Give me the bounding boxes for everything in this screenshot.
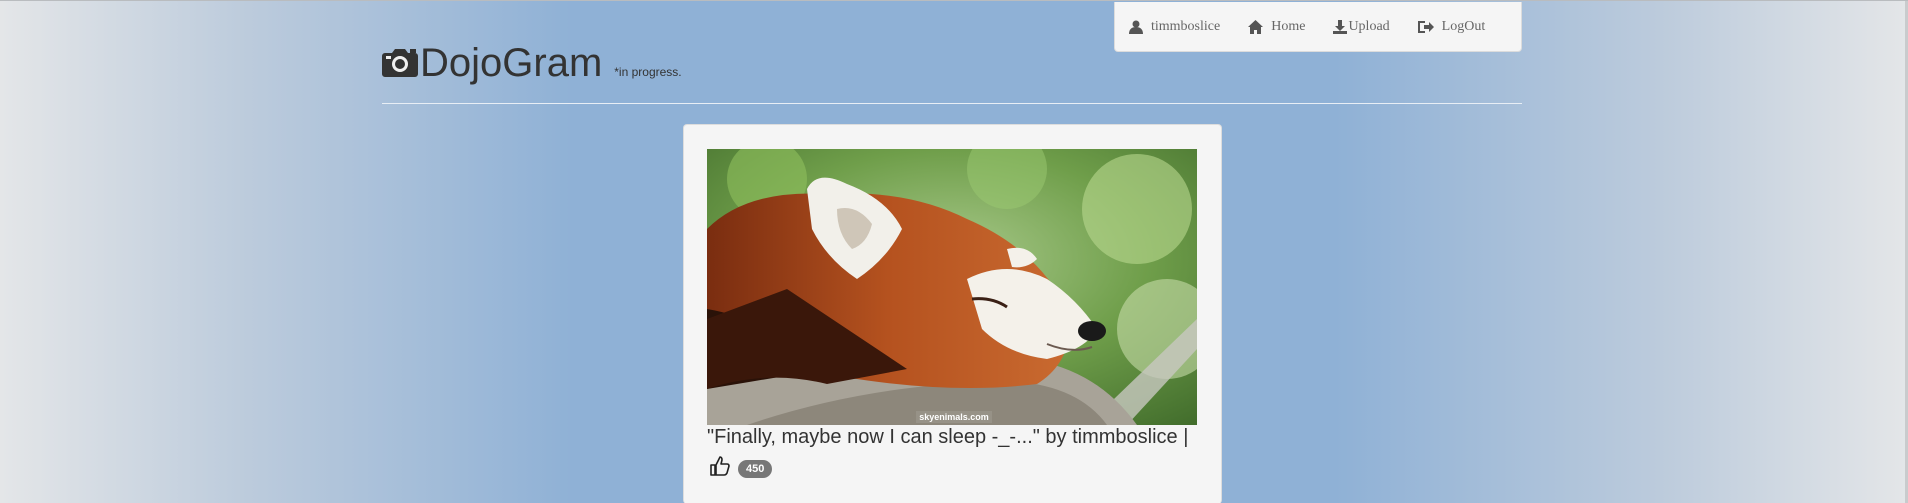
nav-home-label: Home [1271,18,1306,34]
thumbs-up-icon[interactable] [710,455,730,476]
post-caption: "Finally, maybe now I can sleep -_-..." … [707,426,1189,448]
post-card: skyenimals.com "Finally, maybe now I can… [683,124,1222,503]
nav-logout[interactable]: LogOut [1417,18,1486,35]
nav-upload-label: Upload [1348,18,1390,34]
app-tagline: *in progress. [614,65,682,79]
like-count-badge: 450 [738,460,773,478]
brand-header: DojoGram *in progress. [382,43,682,83]
download-icon [1333,19,1348,34]
top-navbar: timmboslice Home Upload LogOut [1114,2,1522,52]
red-panda-image: skyenimals.com [707,149,1197,425]
like-row: 450 [710,453,773,478]
home-icon [1248,19,1264,34]
nav-user[interactable]: timmboslice [1129,19,1220,35]
nav-logout-label: LogOut [1441,18,1486,34]
nav-user-label: timmboslice [1151,18,1221,34]
nav-upload[interactable]: Upload [1333,18,1390,35]
logout-icon [1417,20,1434,33]
nav-home[interactable]: Home [1248,19,1305,35]
user-icon [1129,20,1143,34]
camera-icon [382,49,418,77]
app-title[interactable]: DojoGram [420,43,602,83]
image-watermark: skyenimals.com [919,412,989,422]
header-divider [382,103,1522,104]
post-photo[interactable]: skyenimals.com [707,149,1197,425]
